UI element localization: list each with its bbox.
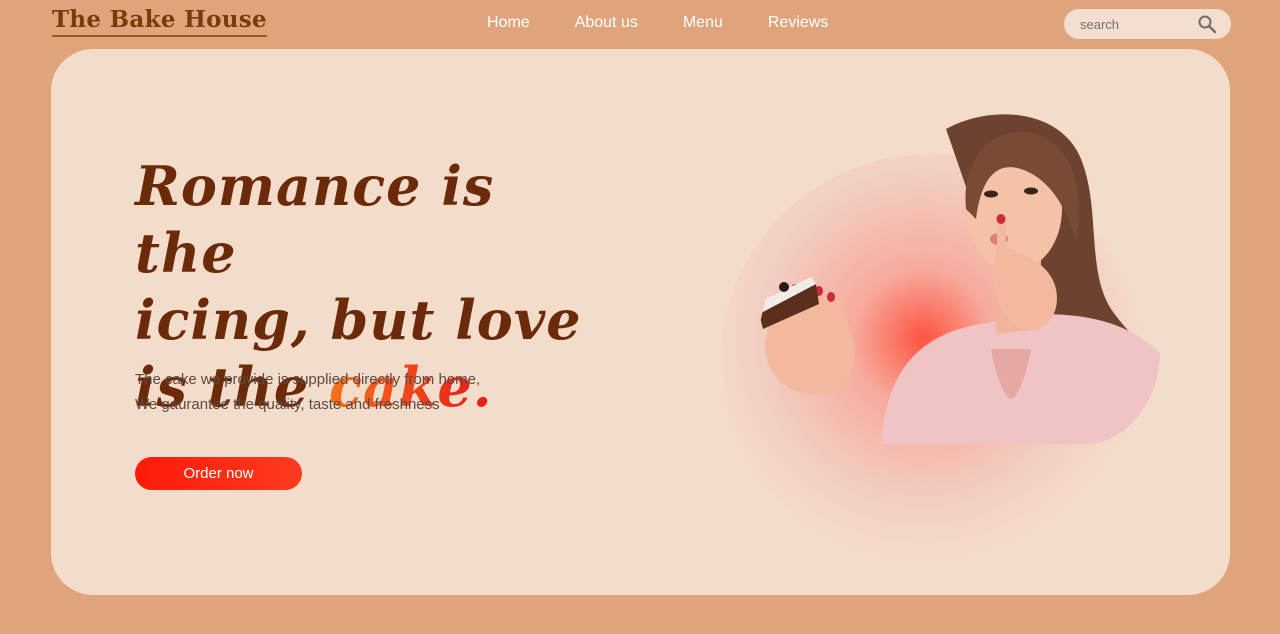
subtext-line-1: The cake we provide is supplied directly…: [135, 371, 481, 388]
nav-reviews[interactable]: Reviews: [768, 14, 828, 32]
search-icon[interactable]: [1197, 14, 1217, 34]
nav-home[interactable]: Home: [487, 14, 530, 32]
site-logo[interactable]: The Bake House: [52, 6, 267, 37]
hero-card: Romance is the icing, but love is the ca…: [51, 49, 1230, 595]
woman-with-cake-illustration: [759, 114, 1161, 444]
hero-image: [691, 99, 1191, 579]
headline-line-2: icing, but love: [135, 288, 582, 352]
hero-subtext: The cake we provide is supplied directly…: [135, 367, 595, 417]
search-box: [1064, 9, 1231, 39]
order-now-button[interactable]: Order now: [135, 457, 302, 490]
nav-menu[interactable]: Menu: [683, 14, 723, 32]
subtext-line-2: We gaurantee the quality, taste and fres…: [135, 396, 440, 413]
main-nav: Home About us Menu Reviews: [487, 14, 828, 32]
nav-about-us[interactable]: About us: [575, 14, 638, 32]
headline-line-1: Romance is the: [135, 154, 495, 285]
search-input[interactable]: [1080, 16, 1190, 32]
